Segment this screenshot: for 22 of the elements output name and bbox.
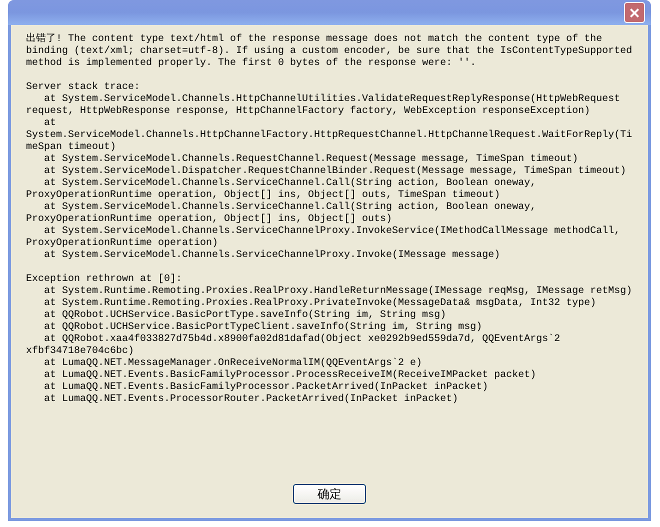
stack-frame: at QQRobot.UCHService.BasicPortType.saveInfo(String im, String msg) — [26, 310, 633, 322]
stack-frame: at System.ServiceModel.Channels.RequestChannel.Request(Message message, TimeSpan timeout) — [26, 154, 633, 166]
stack-frame: at QQRobot.UCHService.BasicPortTypeClient.saveInfo(String im, String msg) — [26, 322, 633, 334]
stack-frame: at System.Runtime.Remoting.Proxies.RealProxy.HandleReturnMessage(IMessage reqMsg, IMessage retMsg) — [26, 286, 633, 298]
close-button[interactable]: × — [624, 2, 645, 23]
stack-frame: at System.ServiceModel.Channels.HttpChannelFactory.HttpRequestChannel.HttpChannelRequest.WaitForReply(TimeSpan timeout) — [26, 118, 633, 154]
section-heading: Exception rethrown at [0]: — [26, 274, 184, 286]
stack-frame: at LumaQQ.NET.Events.BasicFamilyProcessor.ProcessReceiveIM(ReceiveIMPacket packet) — [26, 370, 633, 382]
stack-frame: at LumaQQ.NET.Events.BasicFamilyProcessor.PacketArrived(InPacket inPacket) — [26, 382, 633, 394]
stack-frame: at System.ServiceModel.Channels.ServiceChannelProxy.InvokeService(IMethodCallMessage methodCall, ProxyOperationRuntime operation) — [26, 226, 633, 250]
stack-frame: at System.ServiceModel.Channels.HttpChannelUtilities.ValidateRequestReplyResponse(HttpWebRequest request, HttpWebResponse response, HttpChannelFactory factory, WebException responseException) — [26, 94, 633, 118]
stack-frame: at QQRobot.xaa4f033827d75b4d.x8900fa02d81dafad(Object xe0292b9ed559da7d, QQEventArgs`2 xfbf34718e704c6bc) — [26, 334, 633, 358]
stack-frame: at LumaQQ.NET.Events.ProcessorRouter.PacketArrived(InPacket inPacket) — [26, 394, 633, 406]
stack-frame: at System.Runtime.Remoting.Proxies.RealProxy.PrivateInvoke(MessageData& msgData, Int32 type) — [26, 298, 633, 310]
stack-frame: at System.ServiceModel.Dispatcher.RequestChannelBinder.Request(Message message, TimeSpan timeout) — [26, 166, 633, 178]
stack-frame: at System.ServiceModel.Channels.ServiceChannelProxy.Invoke(IMessage message) — [26, 250, 633, 262]
error-message: 出错了! The content type text/html of the response message does not match the content type of the binding (text/xml; charset=utf-8). If using a custom encoder, be sure that the IsContentTypeSupported method is implemented properly. The first 0 bytes of the response were: ''. — [26, 34, 633, 70]
stack-frame: at LumaQQ.NET.MessageManager.OnReceiveNormalIM(QQEventArgs`2 e) — [26, 358, 633, 370]
stack-frame: at System.ServiceModel.Channels.ServiceChannel.Call(String action, Boolean oneway, ProxyOperationRuntime operation, Object[] ins, Object[] outs, TimeSpan timeout) — [26, 178, 633, 202]
stack-frame: at System.ServiceModel.Channels.ServiceChannel.Call(String action, Boolean oneway, ProxyOperationRuntime operation, Object[] ins, Object[] outs) — [26, 202, 633, 226]
ok-button[interactable]: 确定 — [293, 484, 366, 504]
section-heading: Server stack trace: — [26, 82, 142, 94]
